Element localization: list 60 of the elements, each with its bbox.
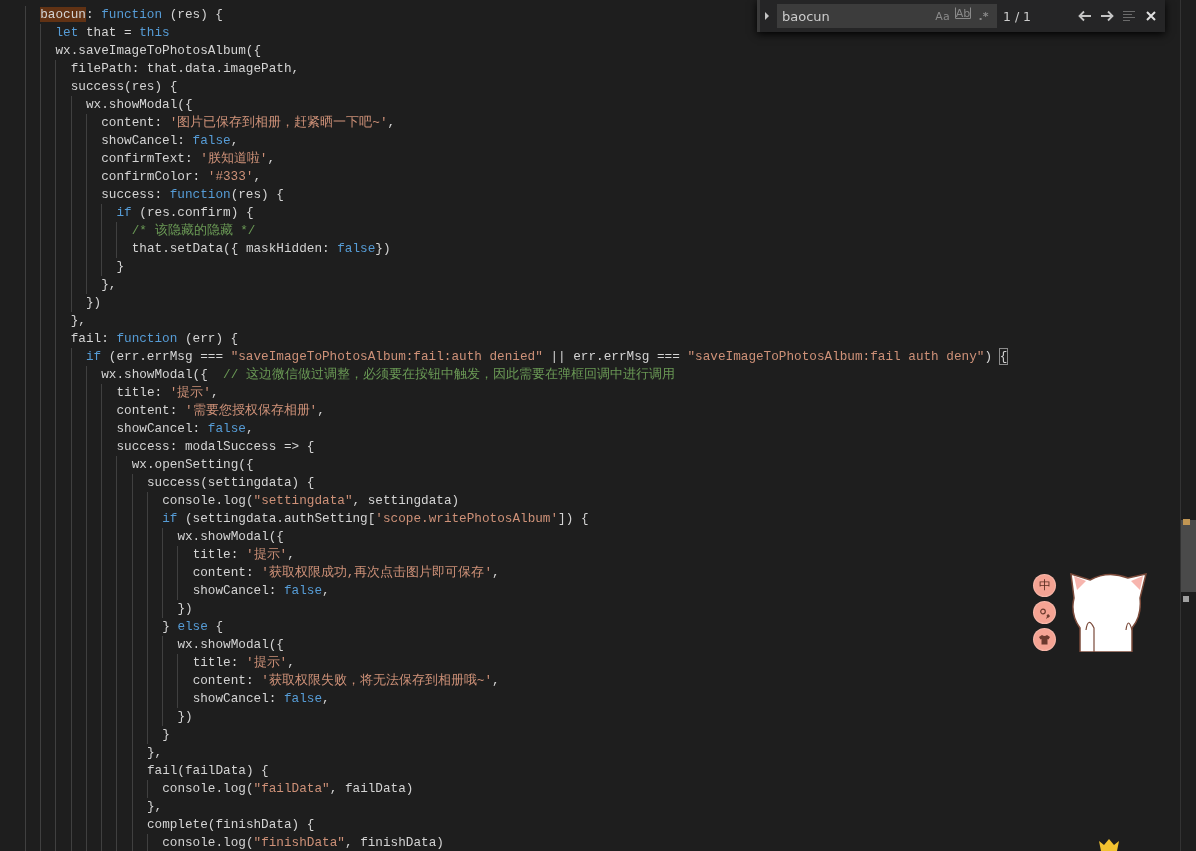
code-line: showCancel: false, xyxy=(101,132,239,150)
code-line: wx.openSetting({ xyxy=(131,456,254,474)
code-line: console.log("finishData", finishData) xyxy=(162,834,444,851)
code-line: title: '提示', xyxy=(116,384,219,402)
code-line: success: function(res) { xyxy=(101,186,284,204)
match-marker xyxy=(1183,519,1190,525)
code-line: complete(finishData) { xyxy=(146,816,315,834)
code-line: wx.showModal({ xyxy=(85,96,193,114)
code-line: showCancel: false, xyxy=(116,420,254,438)
code-line: if (res.confirm) { xyxy=(116,204,254,222)
code-line: console.log("failData", failData) xyxy=(162,780,414,798)
code-line: title: '提示', xyxy=(192,546,295,564)
scrollbar-thumb[interactable] xyxy=(1181,520,1196,592)
code-line: }, xyxy=(70,312,86,330)
code-line: showCancel: false, xyxy=(192,582,330,600)
regex-toggle[interactable]: .* xyxy=(974,7,993,25)
code-line: baocun: function (res) { xyxy=(40,6,223,24)
code-line: let that = this xyxy=(55,24,170,42)
cursor-marker xyxy=(1183,596,1189,602)
code-line: content: '需要您授权保存相册', xyxy=(116,402,325,420)
shirt-icon[interactable] xyxy=(1034,629,1055,650)
code-line: }) xyxy=(177,708,193,726)
code-line: /* 该隐藏的隐藏 */ xyxy=(131,222,256,240)
input-mode-button[interactable]: 中 xyxy=(1034,575,1055,596)
code-line: if (settingdata.authSetting['scope.writePhotosAlbum']) { xyxy=(162,510,589,528)
code-line: success: modalSuccess => { xyxy=(116,438,315,456)
code-line: wx.saveImageToPhotosAlbum({ xyxy=(55,42,262,60)
search-field[interactable]: baocun Aa Ab .* xyxy=(777,4,997,28)
code-line: that.setData({ maskHidden: false}) xyxy=(131,240,391,258)
code-line: content: '获取权限成功,再次点击图片即可保存', xyxy=(192,564,500,582)
code-line: wx.showModal({ xyxy=(177,636,284,654)
caret-icon[interactable] xyxy=(763,11,771,21)
code-line: title: '提示', xyxy=(192,654,295,672)
code-line: }) xyxy=(177,600,193,618)
code-line: fail(failData) { xyxy=(146,762,269,780)
code-line: wx.showModal({ xyxy=(177,528,284,546)
code-line: success(res) { xyxy=(70,78,178,96)
code-line: showCancel: false, xyxy=(192,690,330,708)
code-line: content: '获取权限失败，将无法保存到相册哦~', xyxy=(192,672,500,690)
code-line: } xyxy=(116,258,125,276)
code-line: }) xyxy=(85,294,102,312)
code-line: }, xyxy=(101,276,117,294)
match-case-toggle[interactable]: Aa xyxy=(933,7,952,25)
match-count: 1 / 1 xyxy=(1003,8,1033,24)
code-line: content: '图片已保存到相册，赶紧晒一下吧~', xyxy=(101,114,396,132)
code-line: }, xyxy=(146,744,163,762)
code-line: console.log("settingdata", settingdata) xyxy=(162,492,460,510)
code-line: success(settingdata) { xyxy=(146,474,315,492)
code-line: confirmColor: '#333', xyxy=(101,168,262,186)
code-line: } else { xyxy=(162,618,224,636)
code-line: } xyxy=(162,726,170,744)
whole-word-toggle[interactable]: Ab xyxy=(955,7,971,19)
code-line: filePath: that.data.imagePath, xyxy=(70,60,300,78)
code-line: fail: function (err) { xyxy=(70,330,239,348)
punctuation-icon[interactable] xyxy=(1034,602,1055,623)
code-line: wx.showModal({ // 这边微信做过调整，必须要在按钮中触发，因此需要在弹框回调中进行调用 xyxy=(101,366,675,384)
code-line: if (err.errMsg === "saveImageToPhotosAlbum:fail:auth denied" || err.errMsg === "saveImageToPhotosAlbum:fail auth deny") { xyxy=(85,348,1008,366)
code-line: confirmText: '朕知道啦', xyxy=(101,150,276,168)
code-line: }, xyxy=(146,798,163,816)
crown-icon xyxy=(1098,838,1120,851)
